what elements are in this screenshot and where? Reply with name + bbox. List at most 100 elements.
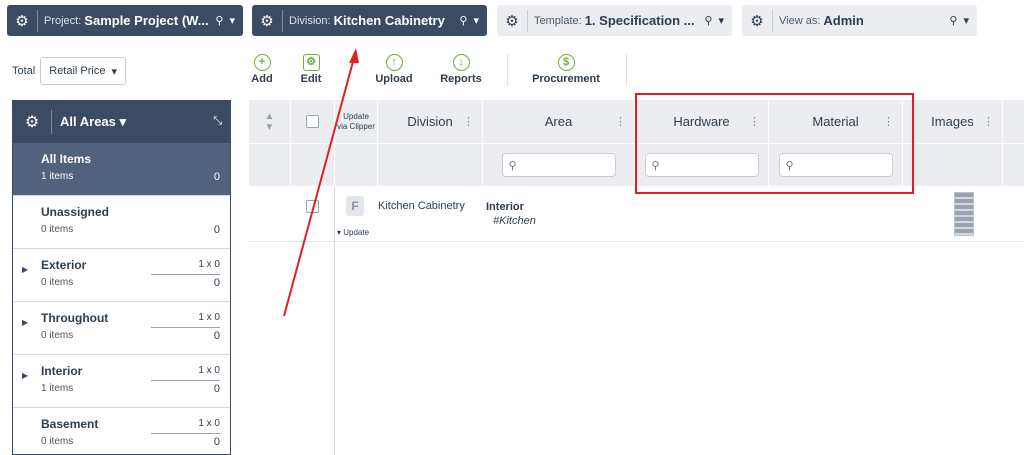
image-thumbnail[interactable] bbox=[954, 192, 974, 236]
select-all-checkbox[interactable] bbox=[306, 115, 319, 128]
expand-icon[interactable]: ⤡ bbox=[213, 115, 222, 128]
area-name: All Items bbox=[41, 152, 92, 166]
area-dimensions: 1 x 0 bbox=[198, 418, 220, 429]
template-label: Template: bbox=[534, 14, 582, 27]
column-menu-icon[interactable]: ⋮ bbox=[615, 115, 626, 128]
table-row[interactable]: F ▾ Update Kitchen Cabinetry Interior #K… bbox=[249, 186, 1024, 242]
view-as-selector[interactable]: ⚙ View as: Admin ⚲ ▾ bbox=[742, 5, 977, 36]
total-label: Total bbox=[12, 65, 36, 77]
dollar-icon: $ bbox=[557, 54, 575, 71]
template-selector[interactable]: ⚙ Template: 1. Specification ... ⚲ ▾ bbox=[497, 5, 732, 36]
cloud-upload-icon: ↑ bbox=[385, 54, 403, 71]
caret-right-icon[interactable]: ▶ bbox=[22, 318, 28, 327]
reports-button[interactable]: ↓ Reports bbox=[440, 54, 482, 85]
area-filter-input[interactable]: ⚲ bbox=[501, 153, 616, 177]
gear-icon[interactable]: ⚙ bbox=[7, 12, 37, 30]
filter-spacer bbox=[335, 144, 378, 186]
area-total: 0 bbox=[213, 277, 220, 289]
update-dropdown[interactable]: ▾ Update bbox=[337, 228, 369, 237]
sidebar-item-all-items[interactable]: All Items 1 items 0 bbox=[13, 143, 230, 196]
gear-icon: ⚙ bbox=[302, 54, 320, 71]
search-icon[interactable]: ⚲ bbox=[704, 14, 712, 27]
header-images[interactable]: Images ⋮ bbox=[903, 100, 1003, 143]
filter-spacer bbox=[903, 144, 1003, 186]
divider bbox=[51, 109, 52, 134]
sort-handle[interactable]: ▲ ▼ bbox=[249, 100, 291, 143]
chevron-down-icon[interactable]: ▾ bbox=[718, 14, 724, 27]
project-selector[interactable]: ⚙ Project: Sample Project (W... ⚲ ▾ bbox=[7, 5, 243, 36]
highlight-box bbox=[635, 93, 914, 194]
header-division[interactable]: Division ⋮ bbox=[378, 100, 483, 143]
edit-button[interactable]: ⚙ Edit bbox=[299, 54, 323, 85]
gear-icon[interactable]: ⚙ bbox=[497, 12, 527, 30]
column-divider bbox=[334, 186, 335, 455]
dimension-underline bbox=[151, 327, 220, 328]
filter-spacer bbox=[291, 144, 335, 186]
divider bbox=[527, 9, 528, 32]
upload-button[interactable]: ↑ Upload bbox=[374, 54, 414, 85]
search-icon: ⚲ bbox=[508, 159, 517, 172]
dimension-underline bbox=[151, 433, 220, 434]
area-name: Interior bbox=[41, 364, 83, 378]
total-dropdown[interactable]: Retail Price ▾ bbox=[40, 57, 127, 85]
sidebar-item-interior[interactable]: ▶ Interior 1 x 0 1 items 0 bbox=[13, 355, 230, 408]
area-name: Unassigned bbox=[41, 205, 110, 219]
procurement-button[interactable]: $ Procurement bbox=[531, 54, 601, 85]
sidebar-item-throughout[interactable]: ▶ Throughout 1 x 0 0 items 0 bbox=[13, 302, 230, 355]
areas-dropdown[interactable]: All Areas ▾ bbox=[60, 114, 126, 130]
gear-icon[interactable]: ⚙ bbox=[13, 112, 51, 132]
select-all-cell bbox=[291, 100, 335, 143]
divider bbox=[37, 9, 38, 32]
update-via-label: Update via Clipper bbox=[337, 111, 375, 131]
dimension-underline bbox=[151, 380, 220, 381]
view-as-value: Admin bbox=[823, 13, 864, 28]
badge-text: F bbox=[351, 199, 359, 213]
area-count: 0 items bbox=[41, 330, 74, 341]
area-count: 1 items bbox=[41, 171, 74, 182]
add-label: Add bbox=[251, 73, 273, 85]
plus-icon: + bbox=[253, 54, 271, 71]
area-total: 0 bbox=[213, 224, 220, 236]
gear-icon[interactable]: ⚙ bbox=[742, 12, 772, 30]
area-filter-cell: ⚲ bbox=[483, 144, 635, 186]
sidebar-item-unassigned[interactable]: Unassigned 0 items 0 bbox=[13, 196, 230, 249]
chevron-down-icon[interactable]: ▾ bbox=[229, 14, 235, 27]
area-header-label: Area bbox=[544, 114, 573, 129]
sidebar-item-exterior[interactable]: ▶ Exterior 1 x 0 0 items 0 bbox=[13, 249, 230, 302]
chevron-down-icon: ▾ bbox=[111, 65, 118, 78]
caret-right-icon[interactable]: ▶ bbox=[22, 371, 28, 380]
area-name: Exterior bbox=[41, 258, 87, 272]
toolbar-divider bbox=[507, 54, 508, 86]
add-button[interactable]: + Add bbox=[250, 54, 274, 85]
column-menu-icon[interactable]: ⋮ bbox=[463, 115, 474, 128]
division-header-label: Division bbox=[407, 114, 453, 129]
area-count: 1 items bbox=[41, 383, 74, 394]
edit-label: Edit bbox=[300, 73, 322, 85]
sidebar-item-basement[interactable]: Basement 1 x 0 0 items 0 bbox=[13, 408, 230, 454]
chevron-down-icon[interactable]: ▾ bbox=[963, 14, 969, 27]
total-selector: Total Retail Price ▾ bbox=[12, 57, 127, 85]
update-label: Update bbox=[343, 228, 370, 237]
division-label: Division: bbox=[289, 14, 331, 27]
area-count: 0 items bbox=[41, 224, 74, 235]
header-area[interactable]: Area ⋮ bbox=[483, 100, 635, 143]
area-name: Throughout bbox=[41, 311, 109, 325]
total-value: Retail Price bbox=[49, 65, 106, 77]
project-label: Project: bbox=[44, 14, 82, 27]
search-icon[interactable]: ⚲ bbox=[215, 14, 223, 27]
clipper-badge[interactable]: F bbox=[346, 196, 364, 216]
column-menu-icon[interactable]: ⋮ bbox=[983, 115, 994, 128]
row-checkbox[interactable] bbox=[306, 200, 319, 213]
area-dimensions: 1 x 0 bbox=[198, 365, 220, 376]
header-update-via: Update via Clipper bbox=[335, 100, 378, 143]
search-icon[interactable]: ⚲ bbox=[459, 14, 467, 27]
area-name: Basement bbox=[41, 417, 99, 431]
caret-right-icon[interactable]: ▶ bbox=[22, 265, 28, 274]
division-selector[interactable]: ⚙ Division: Kitchen Cabinetry ⚲ ▾ bbox=[252, 5, 487, 36]
gear-icon[interactable]: ⚙ bbox=[252, 12, 282, 30]
divider bbox=[772, 9, 773, 32]
view-as-label: View as: bbox=[779, 14, 821, 27]
chevron-down-icon[interactable]: ▾ bbox=[473, 14, 479, 27]
areas-sidebar: ⚙ All Areas ▾ ⤡ All Items 1 items 0 Unas… bbox=[12, 100, 231, 455]
search-icon[interactable]: ⚲ bbox=[949, 14, 957, 27]
